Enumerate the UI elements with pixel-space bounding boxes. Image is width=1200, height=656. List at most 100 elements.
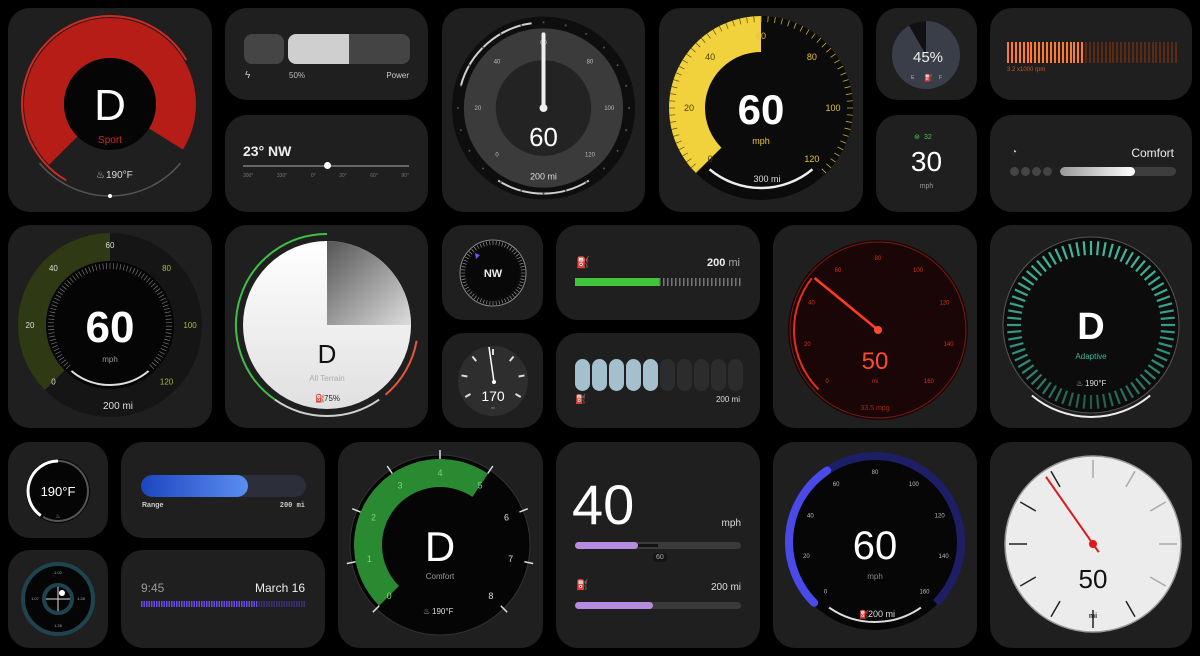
- rpm-bar: [1159, 42, 1162, 63]
- mode-slider[interactable]: [1060, 167, 1176, 176]
- bezel-dot: [542, 21, 545, 24]
- rpm-bar: [1018, 42, 1021, 63]
- rpm-bar: [1092, 42, 1095, 63]
- power-fill: [288, 34, 349, 64]
- gauge-tick-label: 20: [804, 342, 811, 348]
- power-label: Power: [386, 71, 409, 80]
- bezel-dot: [616, 64, 619, 67]
- heading-tick: 0°: [310, 173, 316, 179]
- mode-dot[interactable]: [1032, 167, 1041, 176]
- rpm-bar: [1104, 42, 1107, 63]
- fuel-pills: [575, 359, 743, 391]
- coolant-temp-icon: ♨: [423, 607, 430, 616]
- rpm-bar: [1100, 42, 1103, 63]
- power-slider[interactable]: [288, 34, 410, 64]
- rpm-bars: [1007, 42, 1177, 63]
- coolant-temp-icon: ♨: [96, 170, 105, 181]
- gauge-tick-label: 20: [803, 554, 810, 560]
- fuel-pump-icon: ⛽: [924, 73, 933, 82]
- rpm-bar: [1112, 42, 1115, 63]
- gauge-tick-label: 120: [804, 154, 819, 164]
- gauge-tick-label: 4: [437, 468, 442, 478]
- rpm-bar: [1042, 42, 1045, 63]
- gauge-tick-label: 80: [162, 264, 171, 273]
- time-value: 9:45: [141, 581, 165, 595]
- fuel-pill: [660, 359, 675, 391]
- rpm-bar: [1096, 42, 1099, 63]
- coolant-temp-ring: 190°F ♨: [8, 442, 108, 538]
- speed-unit: mph: [752, 136, 770, 146]
- gauge-tick-label: 80: [807, 52, 817, 62]
- gauge-tick-label: 120: [160, 377, 174, 386]
- bolt-icon: ϟ: [245, 70, 251, 81]
- gauge-tick-label: 60: [833, 482, 840, 488]
- range-fill: [141, 475, 249, 497]
- speed-range-widget: 40 mph 60 ⛽ 200 mi: [556, 442, 760, 648]
- gauge-tick-label: 100: [183, 321, 197, 330]
- gauge-tick-label: 80: [872, 470, 879, 476]
- fuel-percent: 75%: [324, 394, 340, 403]
- day-progress-bar: [141, 601, 306, 607]
- bezel-dot: [456, 107, 459, 110]
- gauge-tick-label: 8: [488, 591, 493, 601]
- speed-limit-value: 32: [924, 134, 932, 141]
- gauge-tick: [1096, 394, 1100, 409]
- heading-tick: 90°: [401, 173, 409, 179]
- heading-slider-thumb[interactable]: [324, 162, 331, 169]
- rpm-bar: [1061, 42, 1064, 63]
- bezel-dot: [468, 149, 471, 152]
- mode-dot[interactable]: [1021, 167, 1030, 176]
- fuel-dial: 45% E ⛽ F: [876, 8, 977, 100]
- bezel-dot: [625, 129, 628, 132]
- gauge-tick-label: 160: [919, 590, 930, 596]
- speed-value: 60: [853, 524, 898, 568]
- small-dial: 170 mi: [442, 333, 543, 428]
- range-value: 200 mi: [530, 172, 557, 182]
- speed-needle: [541, 32, 546, 109]
- red-speed-gauge: 0 20 40 60 80 100 120 140 160 50 mi 33.5 mpg: [773, 225, 977, 428]
- speed-unit: mph: [721, 518, 741, 529]
- gauge-tick-label: 40: [49, 264, 58, 273]
- power-segment-left: [244, 34, 284, 64]
- gauge-tick-label: 6: [504, 513, 509, 523]
- date-value: March 16: [254, 581, 305, 595]
- gauge-tick-label: 160: [924, 379, 935, 385]
- gauge-tick-label: 140: [944, 342, 955, 348]
- rpm-bar: [1026, 42, 1029, 63]
- adaptive-drive-gauge: D Adaptive ♨ 190°F: [990, 225, 1192, 428]
- bezel-dot: [520, 189, 523, 192]
- range-value: 200 mi: [279, 502, 305, 510]
- compass-heading: NW: [484, 268, 503, 280]
- bezel-dot: [468, 64, 471, 67]
- rpm-bar: [1108, 42, 1111, 63]
- fuel-range-widget: ⛽ 200 mi: [556, 225, 760, 320]
- gauge-tick: [1007, 316, 1022, 320]
- power-percent: 50%: [289, 71, 306, 80]
- gauge-tick-label: 120: [940, 301, 951, 307]
- bezel-dot: [628, 107, 631, 110]
- day-progress-fill: [141, 601, 257, 607]
- rpm-bar: [1124, 42, 1127, 63]
- mode-dot[interactable]: [1043, 167, 1052, 176]
- power-bar-widget: ϟ 50% Power: [225, 8, 428, 100]
- fuel-full-label: F: [939, 75, 942, 81]
- bezel-dot: [564, 189, 567, 192]
- rpm-bar: [1116, 42, 1119, 63]
- coolant-temp-icon: ♨: [1076, 379, 1083, 388]
- mode-dot[interactable]: [1010, 167, 1019, 176]
- gauge-tick-label: 40: [705, 52, 715, 62]
- left-value: 1.07: [31, 596, 40, 601]
- gauge-tick-label: 3: [397, 480, 402, 490]
- bezel-dot: [459, 84, 462, 87]
- speed-limit-widget: ⊛ 32 30 mph: [876, 115, 977, 212]
- bezel-dot: [603, 46, 606, 49]
- clock-date-widget: 9:45 March 16: [121, 550, 325, 648]
- right-value: 1.28: [77, 596, 86, 601]
- drive-mode-label: Sport: [98, 135, 122, 146]
- gauge-tick-label: 5: [477, 480, 482, 490]
- gauge-tick-label: 100: [913, 268, 924, 274]
- range-value: 200 mi: [710, 582, 741, 593]
- rpm-bar: [1077, 42, 1080, 63]
- dial-value: 50: [1079, 564, 1108, 594]
- drive-mode-label: Adaptive: [1075, 352, 1107, 361]
